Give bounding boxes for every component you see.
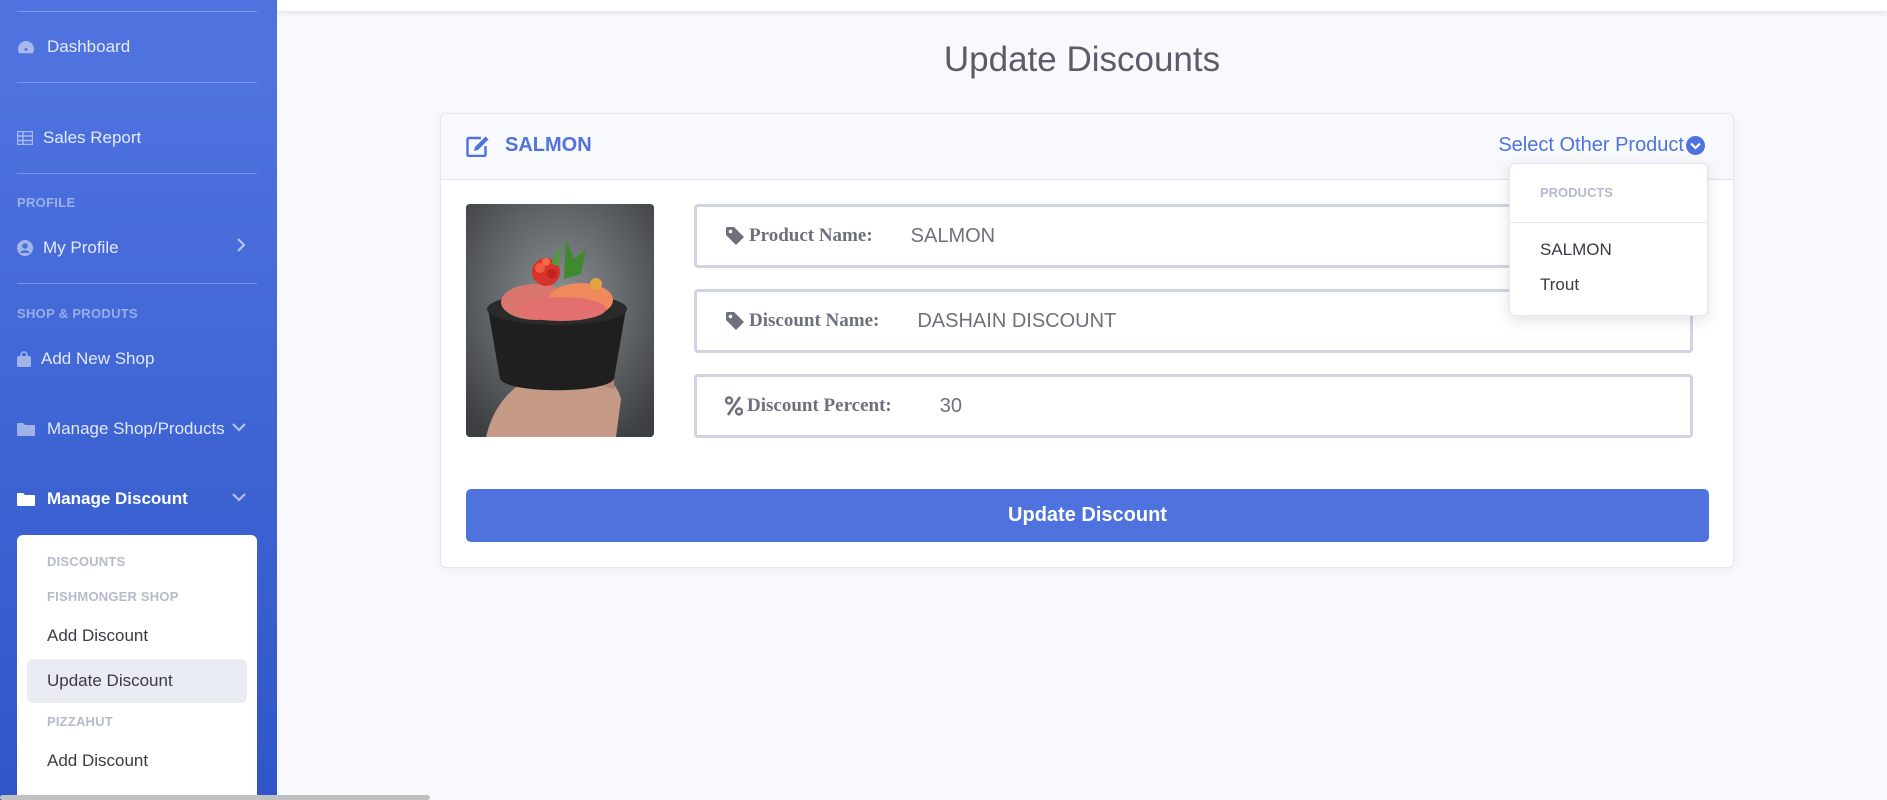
product-name-label-text: Product Name: (749, 225, 873, 246)
product-name-label: Product Name: (697, 225, 873, 247)
discount-name-value: DASHAIN DISCOUNT (917, 309, 1117, 332)
chevron-down-icon (232, 489, 246, 505)
folder-icon (17, 420, 35, 438)
edit-icon (466, 135, 490, 157)
sidebar-divider (17, 11, 257, 12)
submenu-item-add-discount[interactable]: Add Discount (27, 614, 247, 658)
sidebar-heading-shop: SHOP & PRODUTS (17, 306, 138, 321)
dropdown-divider (1510, 222, 1707, 223)
card-title: SALMON (466, 134, 592, 157)
sidebar-item-label: My Profile (43, 238, 119, 257)
sidebar-item-manage-discount[interactable]: Manage Discount (17, 489, 260, 509)
dropdown-item-trout[interactable]: Trout (1540, 275, 1579, 295)
sidebar-divider (17, 82, 257, 83)
card-title-text: SALMON (505, 134, 592, 156)
sidebar-item-label: Sales Report (43, 128, 142, 147)
select-other-product-label: Select Other Product (1498, 134, 1684, 156)
discount-submenu: DISCOUNTS FISHMONGER SHOP Add Discount U… (17, 535, 257, 800)
tag-icon (725, 311, 745, 331)
submenu-heading-fishmonger-shop: FISHMONGER SHOP (47, 589, 179, 604)
chevron-right-icon (236, 238, 246, 255)
page-title: Update Discounts (943, 40, 1221, 79)
discount-percent-field[interactable]: Discount Percent: 30 (694, 374, 1693, 438)
percent-icon (725, 396, 743, 416)
select-other-product-toggle[interactable]: Select Other Product (1498, 134, 1705, 157)
sidebar-item-my-profile[interactable]: My Profile (17, 238, 260, 258)
shopping-bag-icon (17, 350, 31, 368)
select-other-product-dropdown: PRODUCTS SALMON Trout (1509, 163, 1708, 316)
submenu-item-add-discount[interactable]: Add Discount (27, 739, 247, 783)
user-circle-icon (17, 239, 33, 257)
tachometer-icon (17, 38, 35, 56)
topbar (277, 0, 1887, 11)
sidebar-item-add-new-shop[interactable]: Add New Shop (17, 349, 260, 369)
table-icon (17, 129, 33, 147)
discount-percent-value: 30 (939, 394, 963, 417)
sidebar: Dashboard Sales Report PROFILE My Profil… (0, 0, 277, 800)
discount-name-label-text: Discount Name: (749, 310, 880, 331)
discount-percent-label-text: Discount Percent: (747, 395, 892, 416)
sidebar-item-dashboard[interactable]: Dashboard (17, 37, 260, 57)
sidebar-item-sales-report[interactable]: Sales Report (17, 128, 260, 148)
tag-icon (725, 226, 745, 246)
chevron-circle-down-icon (1686, 136, 1705, 155)
dropdown-item-salmon[interactable]: SALMON (1540, 240, 1612, 260)
sidebar-item-manage-shop-products[interactable]: Manage Shop/Products (17, 419, 260, 439)
sidebar-divider (17, 283, 257, 284)
sidebar-item-label: Dashboard (47, 37, 131, 56)
sidebar-item-label: Manage Discount (47, 489, 188, 508)
chevron-down-icon (232, 419, 246, 435)
update-discount-button[interactable]: Update Discount (466, 489, 1709, 542)
discount-percent-label: Discount Percent: (697, 395, 892, 417)
submenu-item-update-discount[interactable]: Update Discount (27, 659, 247, 703)
sidebar-item-label: Add New Shop (41, 349, 155, 368)
product-name-value: SALMON (910, 224, 996, 247)
dropdown-heading: PRODUCTS (1540, 185, 1613, 200)
sidebar-item-label: Manage Shop/Products (47, 419, 225, 438)
product-image (466, 204, 654, 437)
submenu-heading-discounts: DISCOUNTS (47, 554, 126, 569)
sidebar-heading-profile: PROFILE (17, 195, 76, 210)
submenu-heading-pizzahut: PIZZAHUT (47, 714, 113, 729)
discount-name-label: Discount Name: (697, 310, 879, 332)
folder-open-icon (17, 490, 35, 508)
horizontal-scrollbar[interactable] (0, 795, 430, 800)
sidebar-divider (17, 173, 257, 174)
